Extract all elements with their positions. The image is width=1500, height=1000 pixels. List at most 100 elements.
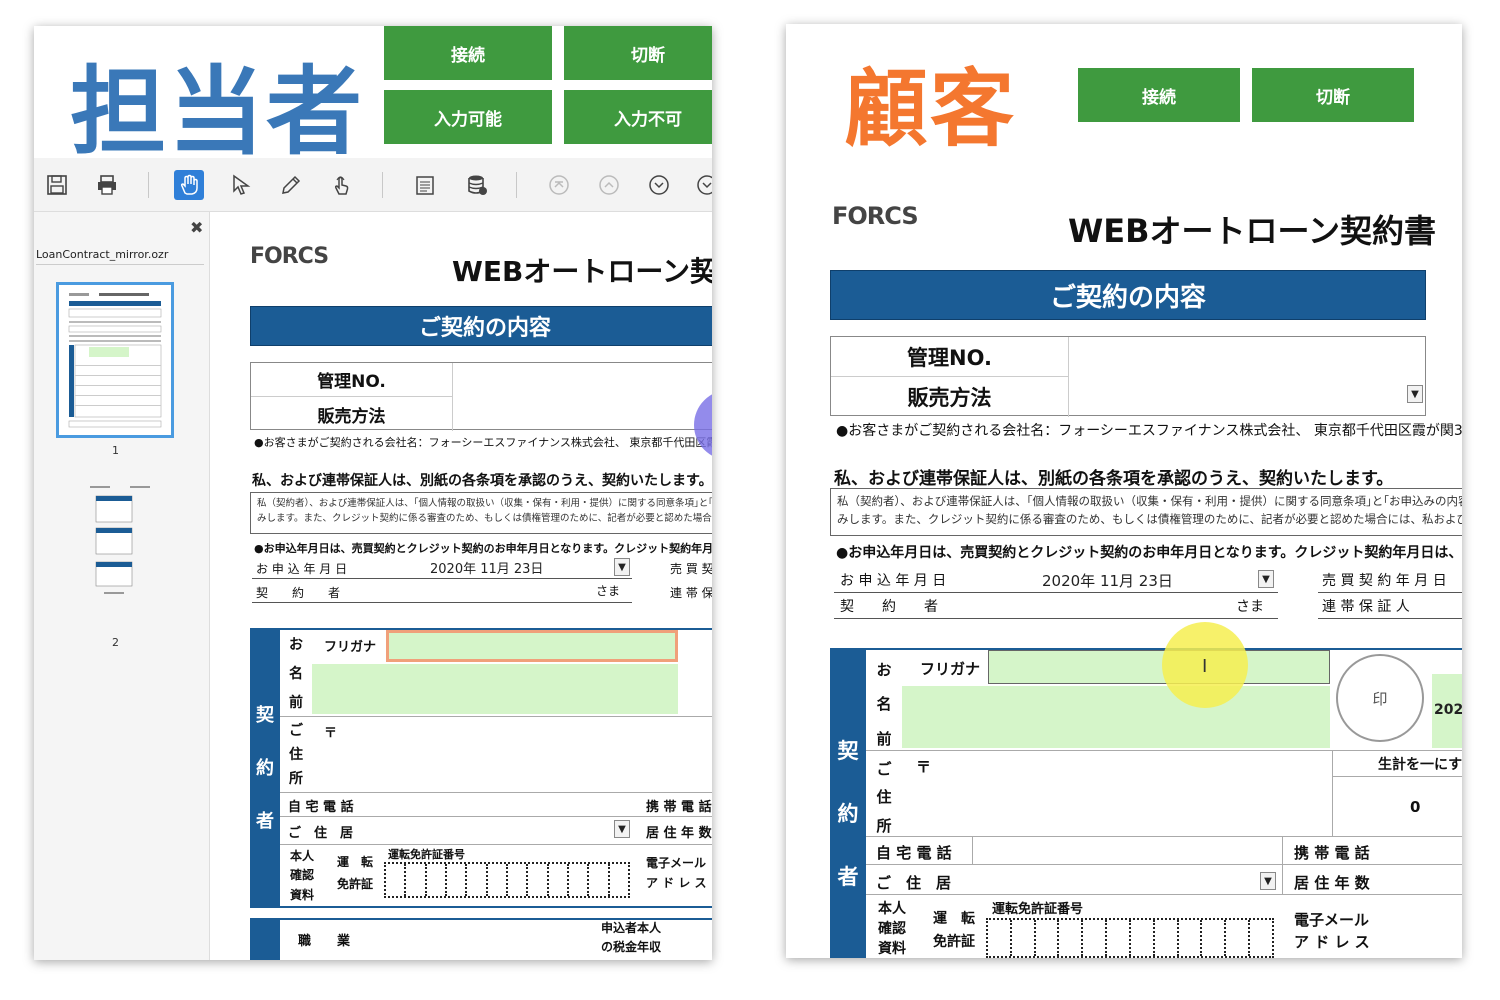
sale-date-label: 売 買 契 約 年 月 日 [670,562,712,576]
license-label: 運 転免許証 [336,854,373,891]
id-document-label: 本人 確認 資料 [289,849,314,902]
next-page-icon[interactable] [644,170,674,200]
years-residence-label: 居 住 年 数 [646,826,712,841]
consent-text-box: 私（契約者）、および連帯保証人は、｢個人情報の取扱い（収集・保有・利用・提供）に… [830,488,1462,536]
forcs-logo: FORCS [250,244,329,269]
customer-document-view[interactable]: FORCS WEBオートローン契約書 ご契約の内容 管理NO. 販売方法 ▼ ●… [786,174,1462,958]
name-input[interactable] [902,686,1330,748]
sama-label: さま [596,584,621,598]
date-partial: 202 [1434,702,1462,718]
contractor-side-tab: 契約者 [830,648,866,958]
sale-date-label: 売 買 契 約 年 月 日 [1322,573,1447,589]
license-number-label: 運転免許証番号 [992,902,1084,917]
agreement-statement: 私、および連帯保証人は、別紙の各条項を承認のうえ、契約いたします。 [834,469,1394,489]
contractor-label: 契 約 者 [840,599,938,615]
management-no-label: 管理NO. [251,363,453,397]
email-label: 電子メールア ド レ ス [646,855,707,890]
sales-method-dropdown[interactable]: ▼ [1407,385,1423,403]
mobile-phone-label: 携 帯 電 話 [646,800,712,815]
livelihood-label: 生計を一にす [1378,757,1462,773]
apply-date-value[interactable]: 2020年 11月 23日 [1042,570,1173,591]
apply-date-dropdown[interactable]: ▼ [614,558,630,576]
sales-method-label: 販売方法 [251,397,453,431]
customer-title: 顧客 [844,60,1017,158]
management-no-label: 管理NO. [831,337,1069,377]
date-note: ●お申込年月日は、売買契約とクレジット契約のお申年月日となります。クレジット契約… [836,545,1462,561]
id-document-label: 本人 確認 資料 [878,901,906,957]
sama-label: さま [1236,599,1264,615]
furigana-input[interactable] [988,650,1330,684]
date-note: ●お申込年月日は、売買契約とクレジット契約のお申年月日となります。クレジット契約… [254,542,712,555]
agent-panel: 担当者 接続 切断 入力可能 入力不可 ✖ LoanContract_mirro… [34,26,712,960]
page-number-2: 2 [112,636,119,649]
form-list-icon[interactable] [410,170,440,200]
input-disable-button[interactable]: 入力不可 [564,90,712,144]
hand-tool-icon[interactable] [174,170,204,200]
job-label: 職 業 [298,934,351,949]
years-residence-label: 居 住 年 数 [1294,874,1370,892]
print-icon[interactable] [92,170,122,200]
disconnect-button[interactable]: 切断 [1252,68,1414,122]
furigana-label: フリガナ [324,640,377,655]
license-number-boxes[interactable] [986,918,1274,958]
furigana-input[interactable] [386,630,678,662]
contract-info-table: 管理NO. 販売方法 ▼ [830,336,1426,417]
apply-date-dropdown[interactable]: ▼ [1258,570,1274,588]
seal-circle: 印 [1336,654,1424,742]
touch-icon[interactable] [326,170,356,200]
agent-document-view[interactable]: FORCS WEBオートローン契約書 ご契約の内容 管理NO. 販売方法 ●お客… [210,212,712,960]
apply-date-value[interactable]: 2020年 11月 23日 [430,558,543,577]
customer-panel: 顧客 接続 切断 FORCS WEBオートローン契約書 ご契約の内容 管理NO.… [786,24,1462,958]
connect-button[interactable]: 接続 [1078,68,1240,122]
apply-date-label: お 申 込 年 月 日 [256,562,348,576]
prev-page-icon[interactable] [594,170,624,200]
sales-method-label: 販売方法 [831,377,1069,417]
postal-mark: 〒 [916,758,932,776]
page-thumbnail-1[interactable] [56,282,174,438]
mobile-phone-label: 携 帯 電 話 [1294,844,1370,862]
agreement-statement: 私、および連帯保証人は、別紙の各条項を承認のうえ、契約いたします。 [252,473,712,489]
first-page-icon[interactable] [544,170,574,200]
page-thumbnail-2[interactable] [56,484,174,604]
license-number-boxes[interactable] [384,862,630,898]
postal-mark: 〒 [324,726,338,741]
close-icon[interactable]: ✖ [190,218,203,237]
select-arrow-icon[interactable] [226,170,256,200]
save-icon[interactable] [42,170,72,200]
name-input[interactable] [312,664,678,714]
database-icon[interactable] [462,170,492,200]
address-label: ご住所 [876,759,892,836]
guarantor-label: 連 帯 保 証 人 [1322,599,1410,615]
contract-title: WEBオートローン契約書 [452,255,712,288]
contractor-side-tab: 契約者 [250,628,280,906]
disconnect-button[interactable]: 切断 [564,26,712,80]
guarantor-label: 連 帯 保 証 人 [670,586,712,600]
section-header: ご契約の内容 [830,270,1426,320]
company-note: ●お客さまがご契約される会社名：フォーシーエスファイナンス株式会社、 東京都千代… [836,423,1462,439]
apply-date-label: お 申 込 年 月 日 [840,573,947,589]
home-phone-label: 自 宅 電 話 [288,800,354,815]
contract-info-table: 管理NO. 販売方法 [250,362,712,431]
residence-label: ご 住 居 [876,874,952,892]
residence-label: ご 住 居 [288,826,354,841]
forcs-logo: FORCS [832,202,919,230]
contract-title: WEBオートローン契約書 [1068,212,1436,250]
thumbnail-sidebar: ✖ LoanContract_mirror.ozr 1 2 [34,212,210,960]
income-label: 申込者本人 の税金年収 [600,921,661,954]
home-phone-label: 自 宅 電 話 [876,844,952,862]
furigana-label: フリガナ [920,660,981,678]
dependents-count[interactable]: 0 [1410,798,1420,816]
connect-button[interactable]: 接続 [384,26,552,80]
residence-dropdown[interactable]: ▼ [1260,872,1276,890]
license-label: 運 転免許証 [933,910,975,950]
agent-title: 担当者 [70,56,364,168]
contractor-label: 契 約 者 [256,586,341,600]
name-label: お名前 [876,660,892,749]
company-note: ●お客さまがご契約される会社名：フォーシーエスファイナンス株式会社、 東京都千代… [254,436,712,449]
pen-icon[interactable] [276,170,306,200]
input-enable-button[interactable]: 入力可能 [384,90,552,144]
name-label: お名前 [289,637,303,711]
residence-dropdown[interactable]: ▼ [614,820,630,838]
license-number-label: 運転免許証番号 [388,848,465,861]
last-page-icon[interactable] [692,170,712,200]
